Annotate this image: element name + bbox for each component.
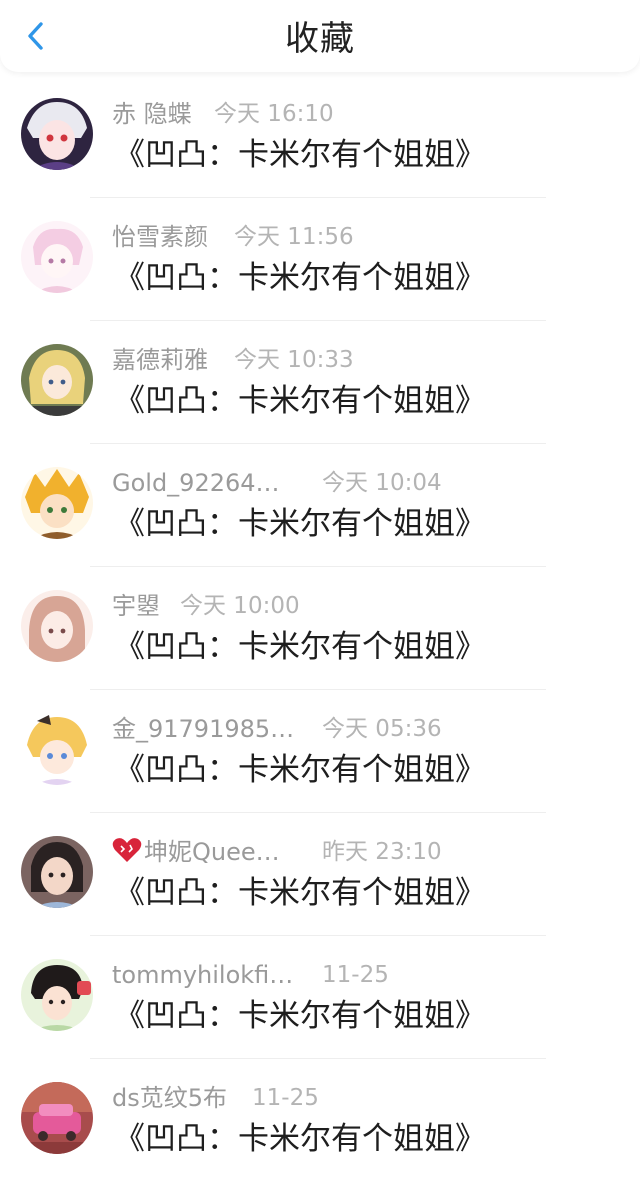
timestamp: 11-25 — [252, 1085, 319, 1111]
timestamp: 今天 11:56 — [234, 224, 354, 250]
list-item[interactable]: 宇曌 今天 10:00 《凹凸：卡米尔有个姐姐》 — [0, 567, 640, 690]
favorite-title[interactable]: 《凹凸：卡米尔有个姐姐》 — [114, 1119, 486, 1159]
avatar[interactable] — [21, 713, 93, 785]
favorite-title[interactable]: 《凹凸：卡米尔有个姐姐》 — [114, 135, 486, 175]
favorite-title[interactable]: 《凹凸：卡米尔有个姐姐》 — [114, 873, 486, 913]
list-item[interactable]: 赤 隐蝶 今天 16:10 《凹凸：卡米尔有个姐姐》 — [0, 75, 640, 198]
avatar[interactable] — [21, 590, 93, 662]
avatar[interactable] — [21, 221, 93, 293]
list-item[interactable]: ds苋纹5布 11-25 《凹凸：卡米尔有个姐姐》 — [0, 1059, 640, 1182]
list-item[interactable]: 金_91791985… 今天 05:36 《凹凸：卡米尔有个姐姐》 — [0, 690, 640, 813]
timestamp: 11-25 — [322, 962, 389, 988]
user-name[interactable]: ds苋纹5布 — [112, 1081, 227, 1115]
favorite-title[interactable]: 《凹凸：卡米尔有个姐姐》 — [114, 996, 486, 1036]
list-item[interactable]: 怡雪素颜 今天 11:56 《凹凸：卡米尔有个姐姐》 — [0, 198, 640, 321]
navigation-bar: 收藏 — [0, 0, 640, 72]
page-title: 收藏 — [285, 19, 355, 59]
avatar[interactable] — [21, 467, 93, 539]
user-name[interactable]: 金_91791985… — [112, 712, 294, 746]
user-name[interactable]: Gold_92264… — [112, 466, 280, 500]
list-item[interactable]: Gold_92264… 今天 10:04 《凹凸：卡米尔有个姐姐》 — [0, 444, 640, 567]
avatar[interactable] — [21, 1082, 93, 1154]
heart-icon — [112, 838, 142, 862]
favorite-title[interactable]: 《凹凸：卡米尔有个姐姐》 — [114, 627, 486, 667]
timestamp: 昨天 23:10 — [322, 839, 442, 865]
timestamp: 今天 16:10 — [214, 101, 334, 127]
avatar[interactable] — [21, 344, 93, 416]
user-name[interactable]: tommyhilokfi… — [112, 958, 293, 992]
timestamp: 今天 05:36 — [322, 716, 442, 742]
timestamp: 今天 10:33 — [234, 347, 354, 373]
avatar[interactable] — [21, 959, 93, 1031]
avatar[interactable] — [21, 98, 93, 170]
user-name[interactable]: 坤妮Quee… — [112, 835, 280, 869]
favorite-title[interactable]: 《凹凸：卡米尔有个姐姐》 — [114, 750, 486, 790]
user-name-text: 坤妮Quee… — [144, 838, 280, 866]
favorite-title[interactable]: 《凹凸：卡米尔有个姐姐》 — [114, 381, 486, 421]
user-name[interactable]: 嘉德莉雅 — [112, 343, 208, 377]
favorites-list: 赤 隐蝶 今天 16:10 《凹凸：卡米尔有个姐姐》 怡雪素颜 今天 11:56… — [0, 75, 640, 1182]
user-name[interactable]: 怡雪素颜 — [112, 220, 208, 254]
timestamp: 今天 10:00 — [180, 593, 300, 619]
timestamp: 今天 10:04 — [322, 470, 442, 496]
favorite-title[interactable]: 《凹凸：卡米尔有个姐姐》 — [114, 504, 486, 544]
avatar[interactable] — [21, 836, 93, 908]
list-item[interactable]: 坤妮Quee… 昨天 23:10 《凹凸：卡米尔有个姐姐》 — [0, 813, 640, 936]
user-name[interactable]: 赤 隐蝶 — [112, 97, 192, 131]
favorite-title[interactable]: 《凹凸：卡米尔有个姐姐》 — [114, 258, 486, 298]
user-name[interactable]: 宇曌 — [112, 589, 160, 623]
list-item[interactable]: tommyhilokfi… 11-25 《凹凸：卡米尔有个姐姐》 — [0, 936, 640, 1059]
list-item[interactable]: 嘉德莉雅 今天 10:33 《凹凸：卡米尔有个姐姐》 — [0, 321, 640, 444]
